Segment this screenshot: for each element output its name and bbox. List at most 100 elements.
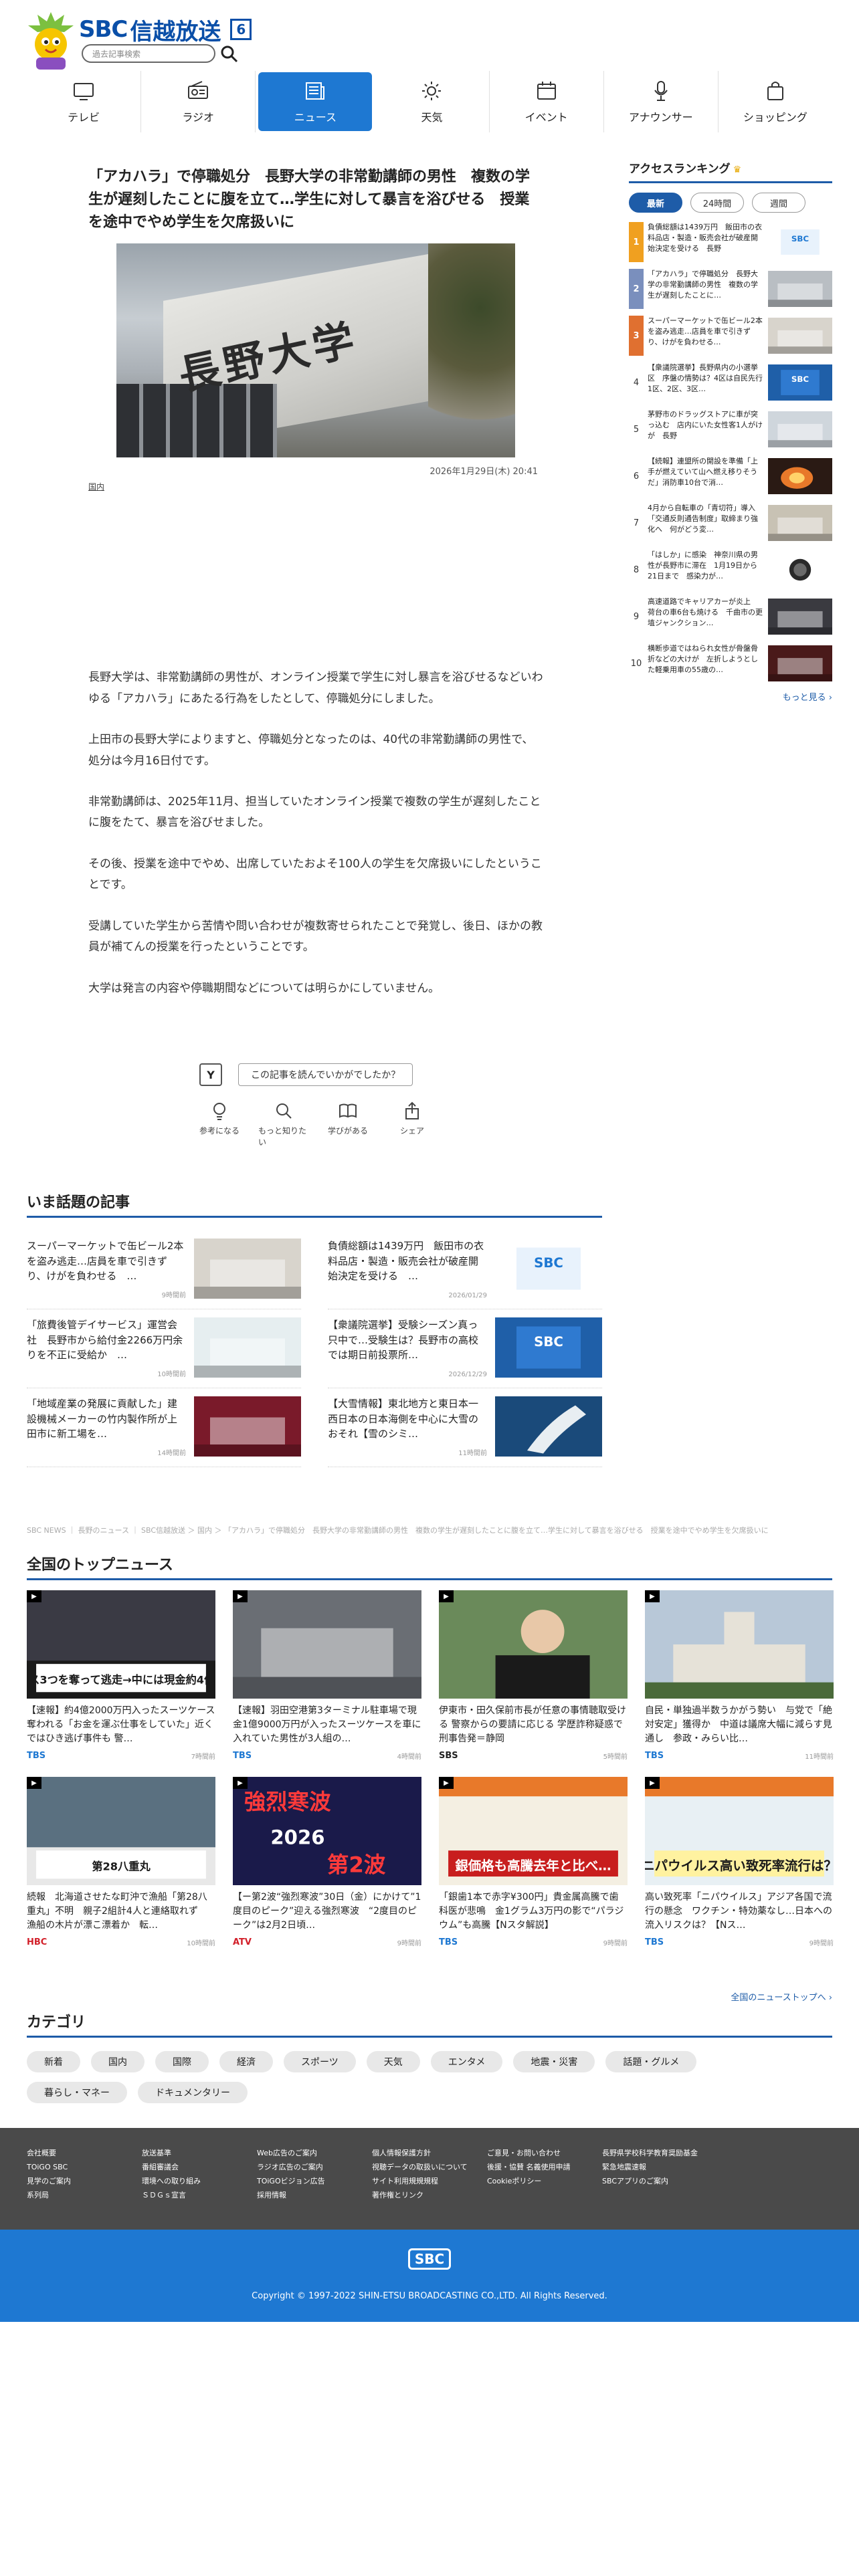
national-news-card[interactable]: ▶ 伊東市・田久保前市長が任意の事情聴取受ける 警察からの要請に応じる 学歴詐称疑…: [439, 1590, 628, 1761]
article-image[interactable]: 長野大学: [116, 243, 515, 458]
site-logo[interactable]: SBC 信越放送 6: [79, 15, 252, 45]
ranking-tab-24h[interactable]: 24時間: [690, 193, 744, 213]
footer-link[interactable]: ご意見・お問い合わせ: [487, 2147, 602, 2161]
ranking-item[interactable]: 1 負債総額は1439万円 飯田市の衣料品店・製造・販売会社が破産開始決定を受ける…: [629, 222, 832, 262]
footer-link[interactable]: ラジオ広告のご案内: [257, 2161, 372, 2175]
share-icon: [405, 1101, 419, 1119]
archive-search-input[interactable]: 過去記事検索: [82, 44, 238, 63]
category-pill[interactable]: エンタメ: [430, 2051, 503, 2072]
trending-item[interactable]: スーパーマーケットで缶ビール2本を盗み逃走…店員を車で引きずり、けがを負わせる …: [27, 1230, 301, 1309]
footer-link[interactable]: TOiGOビジョン広告: [257, 2175, 372, 2189]
footer-link[interactable]: サイト利用規規規程: [372, 2175, 487, 2189]
ranking-item[interactable]: 7 4月から自転車の「青切符」導入 「交通反則通告制度」取締まり強化へ 何がどう変…: [629, 503, 832, 543]
nav-item-shopping[interactable]: ショッピング: [719, 71, 832, 132]
ranking-item[interactable]: 8 「はしか」に感染 神奈川県の男性が長野市に滞在 1月19日から21日まで 感染…: [629, 550, 832, 590]
svg-text:SBC: SBC: [791, 374, 809, 384]
footer-link[interactable]: ＳＤＧｓ宣言: [142, 2189, 257, 2203]
category-pill[interactable]: 地震・災害: [513, 2051, 595, 2072]
footer-link[interactable]: 長野県学校科学教育奨励基金: [602, 2147, 717, 2161]
ranking-tab-weekly[interactable]: 週間: [752, 193, 805, 213]
national-news-card[interactable]: ニパウイルス高い致死率流行は？ ▶ 高い致死率「ニパウイルス」アジア各国で流行の懸念…: [645, 1777, 834, 1947]
ranking-item[interactable]: 6 【続報】連盟所の開設を準備「上手が燃えていて山へ燃え移りそうだ」消防車10台で…: [629, 456, 832, 496]
ranking-thumbnail: [768, 599, 832, 635]
reaction-share-button[interactable]: シェア: [387, 1101, 438, 1148]
category-pill[interactable]: 天気: [366, 2051, 420, 2072]
feedback-button[interactable]: この記事を読んでいかがでしたか？: [238, 1063, 413, 1086]
footer-logo[interactable]: SBC: [408, 2248, 451, 2270]
footer-link[interactable]: SBCアプリのご案内: [602, 2175, 717, 2189]
footer-link[interactable]: 視聴データの取扱いについて: [372, 2161, 487, 2175]
ranking-item-text: 「アカハラ」で停職処分 長野大学の非常勤講師の男性 複数の学生が遅刻したことに…: [648, 270, 758, 300]
category-pill[interactable]: スポーツ: [284, 2051, 356, 2072]
trending-item[interactable]: 「地域産業の発展に貢献した」建設機械メーカーの竹内製作所が上田市に新工場を… 14…: [27, 1388, 301, 1467]
category-pill[interactable]: 国内: [91, 2051, 145, 2072]
ranking-item[interactable]: 9 高速道路でキャリアカーが炎上 荷台の車6台も焼ける 千曲市の更埴ジャンクション…: [629, 597, 832, 637]
nav-item-radio[interactable]: ラジオ: [141, 71, 256, 132]
ranking-tab-latest[interactable]: 最新: [629, 193, 682, 213]
national-news-time: 4時間前: [397, 1753, 421, 1761]
reaction-learning-button[interactable]: 学びがある: [322, 1101, 373, 1148]
footer-link[interactable]: 採用情報: [257, 2189, 372, 2203]
national-news-card[interactable]: 第28八重丸 ▶ 続報 北海道させたな町沖で漁船「第28八重丸」不明 親子2組計4人…: [27, 1777, 215, 1947]
national-news-image: スーツケース3つを奪って逃走→中には現金約4億2000万円 ▶: [27, 1590, 215, 1699]
category-pill[interactable]: ドキュメンタリー: [138, 2082, 248, 2103]
trending-thumbnail: [194, 1317, 301, 1378]
magnifier-icon: [276, 1103, 292, 1119]
reaction-useful-button[interactable]: 参考になる: [194, 1101, 245, 1148]
footer-link[interactable]: Web広告のご案内: [257, 2147, 372, 2161]
article-category-link[interactable]: 国内: [88, 481, 543, 492]
ranking-item[interactable]: 5 茅野市のドラッグストアに車が突っ込む 店内にいた女性客1人がけが 長野: [629, 409, 832, 449]
category-pill[interactable]: 話題・グルメ: [605, 2051, 697, 2072]
mascot-logo-icon[interactable]: [27, 11, 75, 72]
nav-item-weather[interactable]: 天気: [375, 71, 490, 132]
category-pill[interactable]: 暮らし・マネー: [27, 2082, 127, 2103]
footer-link[interactable]: 環境への取り組み: [142, 2175, 257, 2189]
nav-item-tv[interactable]: テレビ: [27, 71, 142, 132]
national-more-link[interactable]: 全国のニューストップへ ›: [731, 1990, 832, 2003]
article-date: 2026年1月29日(木) 20:41: [430, 467, 538, 477]
ranking-item-text: 「はしか」に感染 神奈川県の男性が長野市に滞在 1月19日から21日まで 感染力…: [648, 550, 758, 580]
trending-item[interactable]: 「旅費後管デイサービス」運営会社 長野市から給付金2266万円余りを不正に受給か…: [27, 1309, 301, 1388]
nav-item-news[interactable]: ニュース: [258, 72, 373, 131]
ranking-item[interactable]: 3 スーパーマーケットで缶ビール2本を盗み逃走…店員を車で引きずり、けがを負わせる…: [629, 316, 832, 356]
video-play-icon: ▶: [27, 1590, 41, 1602]
ranking-item[interactable]: 2 「アカハラ」で停職処分 長野大学の非常勤講師の男性 複数の学生が遅刻したことに…: [629, 269, 832, 309]
national-news-time: 10時間前: [187, 1940, 215, 1947]
footer-link[interactable]: 著作権とリンク: [372, 2189, 487, 2203]
footer-link[interactable]: 番組審議会: [142, 2161, 257, 2175]
footer-link[interactable]: Cookieポリシー: [487, 2175, 602, 2189]
category-pill[interactable]: 新着: [27, 2051, 80, 2072]
footer-link[interactable]: 会社概要: [27, 2147, 142, 2161]
footer-link[interactable]: 緊急地震速報: [602, 2161, 717, 2175]
article: 「アカハラ」で停職処分 長野大学の非常勤講師の男性 複数の学生が遅刻したことに腹…: [88, 166, 543, 1019]
nav-item-event[interactable]: イベント: [490, 71, 604, 132]
category-pill[interactable]: 国際: [155, 2051, 209, 2072]
search-icon[interactable]: [219, 44, 240, 64]
footer-link[interactable]: TOiGO SBC: [27, 2161, 142, 2175]
reaction-know-more-button[interactable]: もっと知りたい: [258, 1101, 309, 1148]
ranking-item[interactable]: 10 横断歩道ではねられ女性が骨盤骨折などの大けが 左折しようとした軽乗用車の55…: [629, 643, 832, 683]
trending-item[interactable]: 負債総額は1439万円 飯田市の衣料品店・製造・販売会社が破産開始決定を受ける …: [328, 1230, 602, 1309]
breadcrumb[interactable]: SBC NEWS ｜ 長野のニュース ｜ SBC信越放送 ＞ 国内 ＞ 「アカハ…: [27, 1525, 832, 1535]
trending-item[interactable]: 【大雪情報】東北地方と東日本一西日本の日本海側を中心に大雪のおそれ【雪のシミ… 1…: [328, 1388, 602, 1467]
national-news-card[interactable]: 銀価格も高騰去年と比べ… ▶ 「銀歯1本で赤字¥300円」貴金属高騰で歯科医が悲鳴 …: [439, 1777, 628, 1947]
national-news-card[interactable]: 強烈寒波 2026 第2波 ▶ 【ー第2波“強烈寒波”30日（金）にかけて”1度目の…: [233, 1777, 421, 1947]
ranking-thumbnail: SBC: [768, 364, 832, 401]
access-ranking: アクセスランキング ♛ 最新 24時間 週間 1 負債総額は1439万円 飯田市の衣…: [629, 159, 832, 703]
ranking-more-link[interactable]: もっと見る ›: [629, 690, 832, 703]
national-news-card[interactable]: スーツケース3つを奪って逃走→中には現金約4億2000万円 ▶ 【速報】約4億200…: [27, 1590, 215, 1761]
footer-link[interactable]: 後援・協賛 名義使用申請: [487, 2161, 602, 2175]
footer-link[interactable]: 系列局: [27, 2189, 142, 2203]
national-news-card[interactable]: ▶ 【速報】羽田空港第3ターミナル駐車場で現金1億9000万円が入ったスーツケース…: [233, 1590, 421, 1761]
article-body: 長野大学は、非常勤講師の男性が、オンライン授業で学生に対し暴言を浴びせるなどいわ…: [88, 667, 543, 999]
ranking-number: 1: [629, 222, 644, 262]
news-source-label: HBC: [27, 1937, 47, 1947]
nav-item-announcer[interactable]: アナウンサー: [604, 71, 719, 132]
national-news-card[interactable]: ▶ 自民・単独過半数うかがう勢い 与党で「絶対安定」獲得か 中道は議席大幅に減らす…: [645, 1590, 834, 1761]
footer-link[interactable]: 放送基準: [142, 2147, 257, 2161]
footer-link[interactable]: 見学のご案内: [27, 2175, 142, 2189]
category-pill[interactable]: 経済: [219, 2051, 273, 2072]
trending-item[interactable]: 【衆議院選挙】受験シーズン真っ只中で…受験生は？長野市の高校では期日前投票所… 2…: [328, 1309, 602, 1388]
ranking-item[interactable]: 4 【衆議院選挙】長野県内の小選挙区 序盤の情勢は？4区は自民先行 1区、2区、3…: [629, 362, 832, 403]
footer-link[interactable]: 個人情報保護方針: [372, 2147, 487, 2161]
